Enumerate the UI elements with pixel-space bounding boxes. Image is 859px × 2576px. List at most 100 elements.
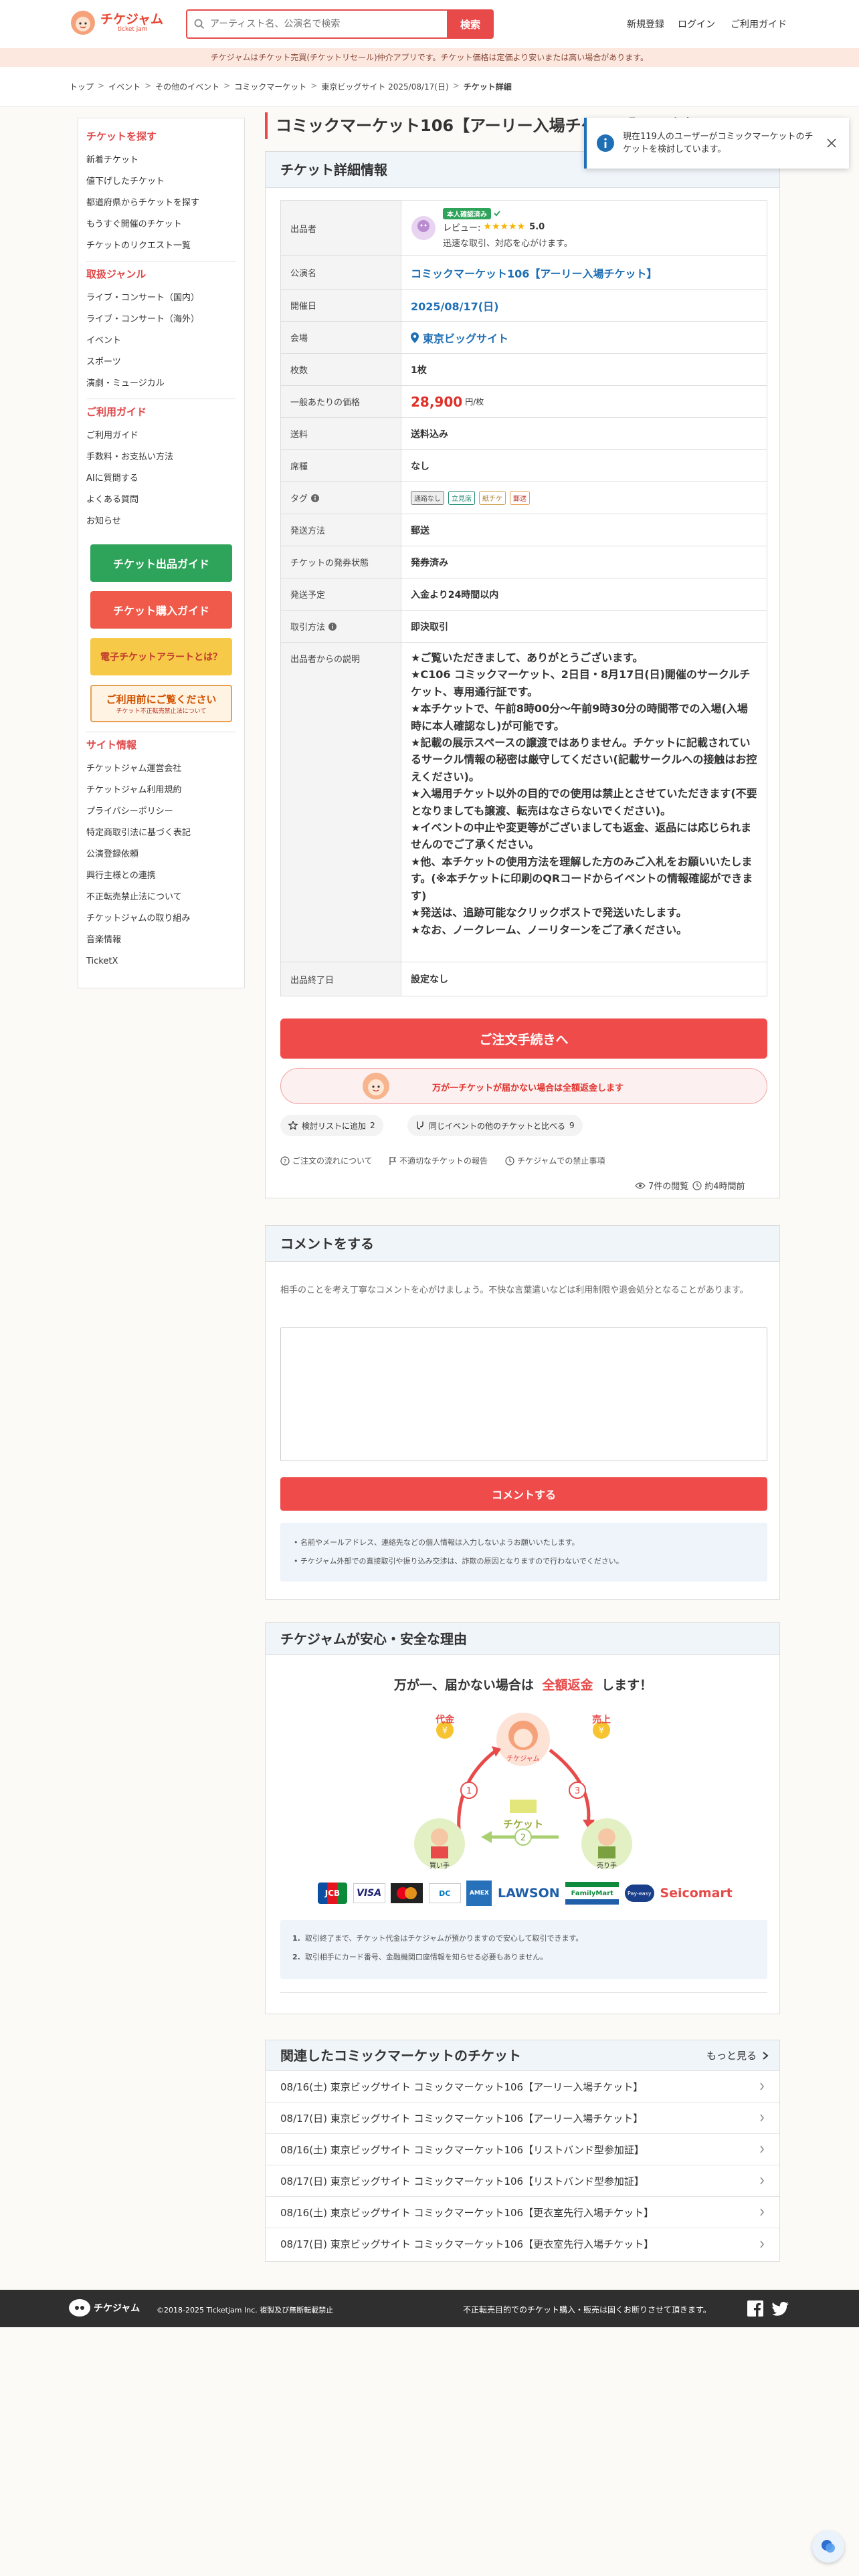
sidebar-item[interactable]: 公演登録依頼 [86, 844, 236, 865]
sidebar-item[interactable]: 音楽情報 [86, 930, 236, 951]
report-link[interactable]: 不適切なチケットの報告 [389, 1155, 488, 1166]
safety-notes: 1. 取引終了まで、チケット代金はチケジャムが預かりますので安心して取引できます… [280, 1920, 767, 1979]
guarantee-banner[interactable]: 万が一チケットが届かない場合は全額返金します [280, 1068, 767, 1104]
comment-textarea[interactable] [280, 1327, 767, 1461]
sidebar-item[interactable]: ライブ・コンサート（国内） [86, 288, 236, 309]
sidebar-item[interactable]: スポーツ [86, 352, 236, 373]
sidebar-item[interactable]: もうすぐ開催のチケット [86, 214, 236, 235]
sidebar-item[interactable]: 都道府県からチケットを探す [86, 193, 236, 214]
sidebar-genre-title: 取扱ジャンル [86, 268, 147, 280]
flow-label-center: チケット [502, 1818, 543, 1830]
payment-logos: JCB VISA MC DC AMEX LAWSON FamilyMart Pa… [318, 1881, 733, 1906]
watchlist-button[interactable]: 検討リストに追加 2 [280, 1115, 383, 1136]
search-input[interactable] [210, 19, 431, 29]
register-link[interactable]: 新規登録 [627, 17, 664, 31]
sidebar-item[interactable]: 手数料・お支払い方法 [86, 447, 236, 468]
row-schedule: 発送予定 入金より24時間以内 [281, 578, 767, 611]
sidebar-item[interactable]: プライバシーポリシー [86, 801, 236, 823]
tag: 立見席 [448, 491, 475, 505]
seat-value: なし [411, 461, 430, 472]
sidebar-item[interactable]: チケットジャム運営会社 [86, 758, 236, 780]
sidebar-item[interactable]: ご利用ガイド [86, 425, 236, 447]
venue-link[interactable]: 東京ビッグサイト [423, 330, 508, 346]
sidebar-item[interactable]: 新着チケット [86, 150, 236, 171]
flag-icon [389, 1156, 397, 1165]
sidebar-item[interactable]: チケットのリクエスト一覧 [86, 235, 236, 257]
flow-label-right: 売上 [592, 1715, 611, 1725]
chevron-right-icon [760, 2114, 764, 2122]
breadcrumb-event[interactable]: イベント [108, 81, 140, 92]
comment-submit-button[interactable]: コメントする [280, 1477, 767, 1511]
breadcrumb-comiket[interactable]: コミックマーケット [234, 81, 306, 92]
related-item[interactable]: 08/16(土) 東京ビッグサイト コミックマーケット106【リストバンド型参加… [266, 2134, 779, 2165]
check-icon [494, 211, 500, 217]
review-label: レビュー: [443, 223, 481, 233]
related-item[interactable]: 08/16(土) 東京ビッグサイト コミックマーケット106【アーリー入場チケッ… [266, 2071, 779, 2103]
guide-link[interactable]: ご利用ガイド [731, 17, 787, 31]
seicomart-logo: Seicomart [660, 1886, 733, 1901]
row-date: 開催日 2025/08/17(日) [281, 290, 767, 322]
row-label: 一般あたりの価格 [281, 386, 401, 417]
sidebar-item[interactable]: チケットジャムの取り組み [86, 908, 236, 930]
login-link[interactable]: ログイン [678, 17, 715, 31]
twitter-icon[interactable] [772, 2302, 789, 2317]
order-flow-link[interactable]: ? ご注文の流れについて [280, 1155, 373, 1166]
sidebar-item[interactable]: 演劇・ミュージカル [86, 373, 236, 395]
sidebar-item[interactable]: 値下げしたチケット [86, 171, 236, 193]
sidebar-item[interactable]: 興行主様との連携 [86, 865, 236, 887]
comment-notes: • 名前やメールアドレス、連絡先などの個人情報は入力しないようお願いいたします。… [280, 1523, 767, 1582]
e-ticket-alert-banner[interactable]: 電子チケットアラートとは？ [90, 638, 232, 675]
banner-label: チケット購入ガイド [112, 605, 209, 617]
close-icon[interactable] [826, 138, 837, 148]
breadcrumb-top[interactable]: トップ [70, 81, 94, 92]
footer-logo[interactable]: チケジャム [68, 2298, 140, 2318]
sidebar-item[interactable]: 特定商取引法に基づく表記 [86, 823, 236, 844]
sidebar-item[interactable]: イベント [86, 330, 236, 352]
row-end: 出品終了日 設定なし [281, 962, 767, 996]
sidebar-item[interactable]: 不正転売禁止法について [86, 887, 236, 908]
related-item[interactable]: 08/17(日) 東京ビッグサイト コミックマーケット106【アーリー入場チケッ… [266, 2103, 779, 2134]
before-use-banner[interactable]: ご利用前にご覧ください チケット不正転売禁止法について [90, 685, 232, 722]
flow-label-buyer: 買い手 [430, 1862, 450, 1870]
breadcrumb-venue-date[interactable]: 東京ビッグサイト 2025/08/17(日) [321, 81, 448, 92]
jcb-logo: JCB [318, 1883, 347, 1904]
avatar[interactable] [411, 215, 436, 241]
safety-note: 2. 取引相手にカード番号、金融機関口座情報を知らせる必要もありません。 [292, 1953, 548, 1961]
sidebar-item[interactable]: ライブ・コンサート（海外） [86, 309, 236, 330]
row-tags: タグ 通路なし 立見席 紙チケ 郵送 [281, 482, 767, 514]
related-item[interactable]: 08/17(日) 東京ビッグサイト コミックマーケット106【リストバンド型参加… [266, 2165, 779, 2197]
compare-button[interactable]: 同じイベントの他のチケットと比べる 9 [407, 1115, 583, 1136]
compare-icon [417, 1121, 423, 1130]
breadcrumb-other-event[interactable]: その他のイベント [155, 81, 219, 92]
chat-button[interactable] [812, 2531, 844, 2563]
site-logo[interactable]: チケジャム ticket jam [70, 9, 163, 36]
footer-notice: 不正転売目的でのチケット購入・販売は固くお断りさせて頂きます。 [463, 2305, 711, 2315]
refund-accent: 全額返金 [542, 1678, 593, 1693]
buy-guide-banner[interactable]: チケット購入ガイド [90, 591, 232, 629]
chevron-right-icon [760, 2240, 764, 2248]
date-link[interactable]: 2025/08/17(日) [411, 298, 498, 314]
row-label: 出品者 [281, 201, 401, 255]
sidebar-item[interactable]: お知らせ [86, 511, 236, 532]
info-icon[interactable] [311, 494, 320, 502]
see-more-link[interactable]: もっと見る [706, 2040, 769, 2070]
event-link[interactable]: コミックマーケット106【アーリー入場チケット】 [411, 265, 657, 281]
sidebar-item[interactable]: よくある質問 [86, 490, 236, 511]
sell-guide-banner[interactable]: チケット出品ガイド [90, 544, 232, 582]
sidebar-item[interactable]: TicketX [86, 951, 236, 972]
order-button[interactable]: ご注文手続きへ [280, 1018, 767, 1059]
related-item[interactable]: 08/16(土) 東京ビッグサイト コミックマーケット106【更衣室先行入場チケ… [266, 2197, 779, 2228]
sidebar-item[interactable]: チケットジャム利用規約 [86, 780, 236, 801]
logo-mascot-icon [71, 11, 95, 35]
star-rating-icon[interactable]: ★★★★★ [483, 221, 525, 232]
toast-text: 現在119人のユーザーがコミックマーケットのチケットを検討しています。 [623, 132, 814, 154]
prohibited-link[interactable]: チケジャムでの禁止事項 [505, 1155, 605, 1166]
related-item[interactable]: 08/17(日) 東京ビッグサイト コミックマーケット106【更衣室先行入場チケ… [266, 2228, 779, 2260]
eye-icon [635, 1182, 646, 1189]
facebook-icon[interactable] [747, 2300, 763, 2317]
info-icon[interactable] [328, 622, 337, 631]
search-button[interactable]: 検索 [447, 9, 494, 39]
chevron-right-icon [760, 2208, 764, 2216]
safety-heading: チケジャムが安心・安全な理由 [266, 1623, 779, 1655]
sidebar-item[interactable]: AIに質問する [86, 468, 236, 490]
